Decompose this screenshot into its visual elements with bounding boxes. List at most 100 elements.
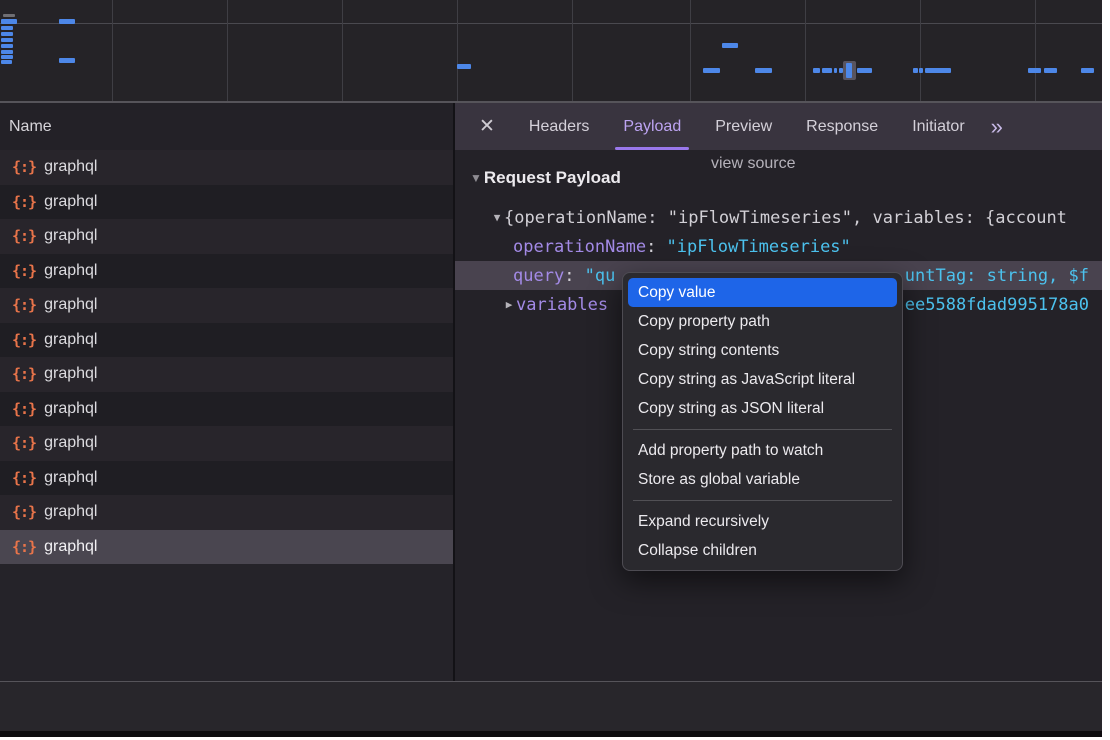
property-key: query xyxy=(513,266,564,286)
menu-item-copy-property-path[interactable]: Copy property path xyxy=(628,307,897,336)
request-timeline-bar[interactable] xyxy=(846,63,852,78)
tab-response[interactable]: Response xyxy=(806,103,878,150)
request-timeline-bar[interactable] xyxy=(457,64,471,69)
request-timeline-bar[interactable] xyxy=(722,43,738,48)
request-timeline-bar[interactable] xyxy=(755,68,772,73)
request-name: graphql xyxy=(44,331,97,349)
request-name: graphql xyxy=(44,158,97,176)
request-name: graphql xyxy=(44,400,97,418)
request-row[interactable]: {:} graphql xyxy=(0,392,453,427)
request-timeline-bar[interactable] xyxy=(1,50,13,54)
request-row[interactable]: {:}graphql xyxy=(0,219,453,254)
request-name: graphql xyxy=(44,296,97,314)
name-column-header[interactable]: Name xyxy=(0,103,453,151)
request-timeline-bar[interactable] xyxy=(913,68,918,73)
request-row[interactable]: {:}graphql xyxy=(0,426,453,461)
request-timeline-bar[interactable] xyxy=(59,58,75,63)
request-timeline-bar[interactable] xyxy=(834,68,837,73)
json-braces-icon: {:} xyxy=(12,193,36,211)
request-timeline-bar[interactable] xyxy=(813,68,820,73)
json-braces-icon: {:} xyxy=(12,365,36,383)
json-braces-icon: {:} xyxy=(12,434,36,452)
object-preview: {operationName: "ipFlowTimeseries", vari… xyxy=(504,208,1067,228)
request-timeline-bar[interactable] xyxy=(1,44,13,48)
expand-icon[interactable]: ▼ xyxy=(490,211,504,224)
request-timeline-bar[interactable] xyxy=(822,68,832,73)
request-name: graphql xyxy=(44,365,97,383)
close-icon[interactable]: ✕ xyxy=(479,115,495,138)
tab-initiator[interactable]: Initiator xyxy=(912,103,964,150)
timeline-gridline xyxy=(457,0,458,101)
request-timeline-bar[interactable] xyxy=(857,68,872,73)
request-timeline-bar[interactable] xyxy=(1044,68,1057,73)
property-key: operationName xyxy=(513,237,646,257)
json-braces-icon: {:} xyxy=(12,331,36,349)
request-list: {:} graphql {:} graphql {:} graphql {:} graphql… xyxy=(0,150,453,564)
json-braces-icon: {:} xyxy=(12,469,36,487)
request-timeline-bar[interactable] xyxy=(1,55,13,59)
menu-separator xyxy=(633,429,892,430)
menu-item-expand-recursively[interactable]: Expand recursively xyxy=(628,507,897,536)
tab-payload[interactable]: Payload xyxy=(623,103,681,150)
json-braces-icon: {:} xyxy=(12,538,36,556)
detail-tabs-bar: ✕ Headers Payload Preview Response Initiator… xyxy=(455,103,1102,150)
request-timeline-bar[interactable] xyxy=(1028,68,1041,73)
request-timeline-bar[interactable] xyxy=(1,32,13,36)
timeline-gridline xyxy=(227,0,228,101)
request-timeline-bar[interactable] xyxy=(925,68,951,73)
request-list-empty-area xyxy=(0,564,453,681)
tab-preview[interactable]: Preview xyxy=(715,103,772,150)
request-timeline-bar[interactable] xyxy=(1081,68,1094,73)
json-braces-icon: {:} xyxy=(12,262,36,280)
menu-item-copy-value[interactable]: Copy value xyxy=(628,278,897,307)
section-collapse-icon[interactable]: ▼ xyxy=(470,171,482,185)
menu-separator xyxy=(633,500,892,501)
menu-item-copy-string-as-javascript-literal[interactable]: Copy string as JavaScript literal xyxy=(628,365,897,394)
tab-headers[interactable]: Headers xyxy=(529,103,589,150)
expand-icon[interactable]: ▶ xyxy=(502,298,516,311)
menu-item-copy-string-contents[interactable]: Copy string contents xyxy=(628,336,897,365)
request-name: graphql xyxy=(44,538,97,556)
request-timeline-bar[interactable] xyxy=(1,26,13,30)
property-key: variables xyxy=(516,295,608,315)
request-row[interactable]: {:} graphql xyxy=(0,185,453,220)
request-timeline-bar[interactable] xyxy=(703,68,720,73)
timeline-gridline xyxy=(112,0,113,101)
request-row[interactable]: {:} graphql xyxy=(0,150,453,185)
devtools-network-panel: Name ✕ Headers Payload Preview Response Init… xyxy=(0,0,1102,737)
request-row[interactable]: {:} graphql xyxy=(0,323,453,358)
request-name: graphql xyxy=(44,503,97,521)
json-braces-icon: {:} xyxy=(12,158,36,176)
request-row[interactable]: {:}graphql xyxy=(0,495,453,530)
timeline-gridline xyxy=(690,0,691,101)
context-menu: Copy valueCopy property pathCopy string … xyxy=(622,272,903,571)
request-row[interactable]: {:} graphql xyxy=(0,357,453,392)
request-timeline-bar[interactable] xyxy=(1,38,13,42)
json-braces-icon: {:} xyxy=(12,296,36,314)
panel-splitter[interactable] xyxy=(453,103,455,731)
request-row[interactable]: {:} graphql xyxy=(0,530,453,565)
menu-item-add-property-path-to-watch[interactable]: Add property path to watch xyxy=(628,436,897,465)
request-timeline-bar[interactable] xyxy=(919,68,923,73)
request-timeline-bar[interactable] xyxy=(1,19,17,24)
request-timeline-bar[interactable] xyxy=(59,19,75,24)
summary-footer xyxy=(0,682,1102,731)
payload-root-row[interactable]: ▼{operationName: "ipFlowTimeseries", var… xyxy=(455,203,1102,232)
json-braces-icon: {:} xyxy=(12,400,36,418)
timeline-gridline xyxy=(805,0,806,101)
payload-row-operationName[interactable]: operationName: "ipFlowTimeseries" xyxy=(455,232,1102,261)
view-source-link[interactable]: view source xyxy=(711,151,795,177)
request-timeline-bar[interactable] xyxy=(839,68,843,73)
request-timeline-bar[interactable] xyxy=(1,60,12,64)
request-row[interactable]: {:}graphql xyxy=(0,254,453,289)
network-overview-timeline[interactable] xyxy=(0,0,1102,101)
timeline-gridline xyxy=(342,0,343,101)
menu-item-store-as-global-variable[interactable]: Store as global variable xyxy=(628,465,897,494)
property-value: "ipFlowTimeseries" xyxy=(667,237,851,257)
menu-item-copy-string-as-json-literal[interactable]: Copy string as JSON literal xyxy=(628,394,897,423)
menu-item-collapse-children[interactable]: Collapse children xyxy=(628,536,897,565)
more-tabs-icon[interactable]: » xyxy=(991,116,1003,138)
request-name: graphql xyxy=(44,193,97,211)
request-row[interactable]: {:} graphql xyxy=(0,288,453,323)
request-row[interactable]: {:}graphql xyxy=(0,461,453,496)
